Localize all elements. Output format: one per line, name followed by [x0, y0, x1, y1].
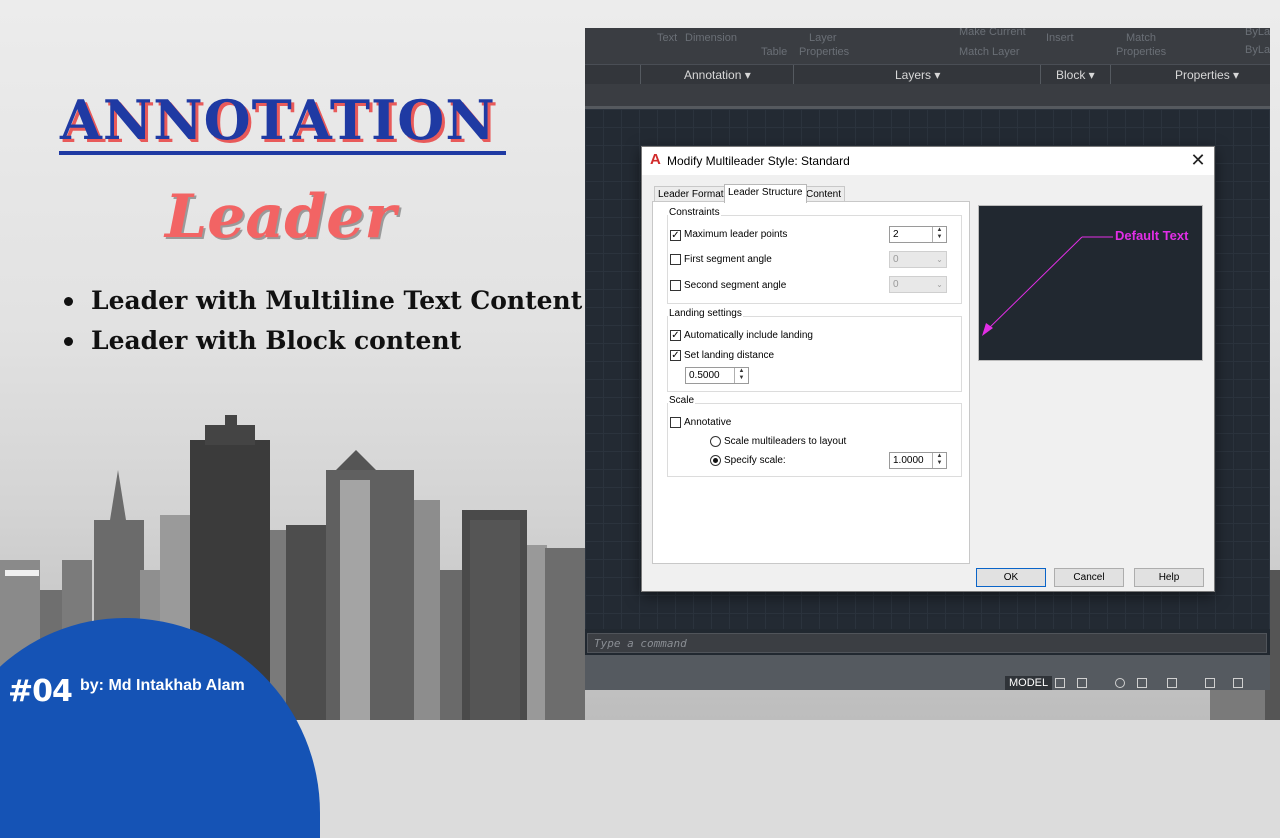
ribbon-match-properties-label[interactable]: Properties — [1116, 46, 1166, 58]
dropdown-arrow-icon: ⌄ — [936, 255, 943, 264]
ribbon-bylayer-label[interactable]: ByLayer — [1245, 44, 1270, 56]
specify-scale-spinner[interactable]: 1.0000 ▲ ▼ — [889, 452, 947, 469]
osnap-icon[interactable] — [1167, 678, 1177, 688]
max-leader-points-spinner[interactable]: 2 ▲ ▼ — [889, 226, 947, 243]
ortho-icon[interactable] — [1137, 678, 1147, 688]
spinner-arrows-icon[interactable]: ▲ ▼ — [734, 368, 748, 383]
first-segment-angle-select[interactable]: 0 ⌄ — [889, 251, 947, 268]
landing-settings-group: Landing settings ✓ Automatically include… — [667, 308, 962, 392]
bullet-item: Leader with Block content — [62, 323, 582, 363]
group-label: Constraints — [668, 207, 721, 218]
title-underline — [59, 151, 506, 155]
bullet-item: Leader with Multiline Text Content — [62, 283, 582, 323]
group-label: Scale — [668, 395, 696, 406]
author-credit: by: Md Intakhab Alam — [80, 677, 245, 694]
workspace-icon[interactable] — [1233, 678, 1243, 688]
spinner-arrows-icon[interactable]: ▲ ▼ — [932, 227, 946, 242]
radio-label: Scale multileaders to layout — [724, 436, 847, 447]
set-landing-distance-checkbox[interactable]: ✓ — [670, 350, 681, 361]
group-label: Landing settings — [668, 308, 743, 319]
leader-arrowhead — [982, 323, 993, 336]
checkbox-label: Automatically include landing — [684, 330, 813, 341]
ribbon-dimension-label[interactable]: Dimension — [685, 32, 737, 44]
ribbon: Text Dimension Table Layer Properties Ma… — [585, 28, 1270, 85]
dialog-title: Modify Multileader Style: Standard — [667, 154, 850, 168]
checkbox-label: First segment angle — [684, 254, 772, 265]
ribbon-insert-label[interactable]: Insert — [1046, 32, 1074, 44]
landing-distance-spinner[interactable]: 0.5000 ▲ ▼ — [685, 367, 749, 384]
help-button[interactable]: Help — [1134, 568, 1204, 587]
checkbox-label: Set landing distance — [684, 350, 775, 361]
bullet-list: Leader with Multiline Text Content Leade… — [62, 283, 582, 363]
panel-annotation[interactable]: Annotation ▾ — [684, 68, 751, 82]
grid-icon[interactable] — [1055, 678, 1065, 688]
tab-panel: Constraints ✓ Maximum leader points 2 ▲ ▼… — [652, 201, 970, 564]
spinner-arrows-icon[interactable]: ▲ ▼ — [932, 453, 946, 468]
radio-label: Specify scale: — [724, 455, 786, 466]
tab-leader-format[interactable]: Leader Format — [654, 186, 728, 202]
slide-subtitle: Leader — [165, 182, 396, 252]
panel-properties[interactable]: Properties ▾ — [1175, 68, 1239, 82]
checkbox-label: Annotative — [684, 417, 732, 428]
autocad-logo-icon: A — [650, 151, 661, 168]
panel-layers[interactable]: Layers ▾ — [895, 68, 940, 82]
max-leader-points-checkbox[interactable]: ✓ — [670, 230, 681, 241]
ribbon-layer-label[interactable]: Layer — [809, 32, 837, 44]
constraints-group: Constraints ✓ Maximum leader points 2 ▲ ▼… — [667, 207, 962, 304]
second-segment-angle-select[interactable]: 0 ⌄ — [889, 276, 947, 293]
snap-icon[interactable] — [1077, 678, 1087, 688]
ribbon-match-layer-label[interactable]: Match Layer — [959, 46, 1020, 58]
close-icon[interactable]: ✕ — [1188, 150, 1208, 170]
ok-button[interactable]: OK — [976, 568, 1046, 587]
ribbon-text-label[interactable]: Text — [657, 32, 677, 44]
first-segment-angle-checkbox[interactable] — [670, 254, 681, 265]
leader-line — [984, 236, 1083, 333]
tab-content[interactable]: Content — [802, 186, 846, 202]
polar-icon[interactable] — [1115, 678, 1125, 688]
second-segment-angle-checkbox[interactable] — [670, 280, 681, 291]
dropdown-arrow-icon: ⌄ — [936, 280, 943, 289]
dialog-title-bar: A Modify Multileader Style: Standard ✕ — [642, 147, 1214, 175]
annotative-checkbox[interactable] — [670, 417, 681, 428]
panel-block[interactable]: Block ▾ — [1056, 68, 1095, 82]
model-tab[interactable]: MODEL — [1005, 676, 1053, 690]
leader-preview: Default Text — [978, 205, 1203, 361]
modify-multileader-style-dialog: A Modify Multileader Style: Standard ✕ L… — [641, 146, 1215, 592]
slide-title: ANNOTATION — [60, 88, 496, 152]
scale-group: Scale Annotative Scale multileaders to l… — [667, 395, 962, 477]
ribbon-bylayer-label[interactable]: ByLayer — [1245, 28, 1270, 38]
cancel-button[interactable]: Cancel — [1054, 568, 1124, 587]
ribbon-match-label[interactable]: Match — [1126, 32, 1156, 44]
scale-to-layout-radio[interactable] — [710, 436, 721, 447]
checkbox-label: Maximum leader points — [684, 229, 788, 240]
ribbon-layer-properties-label[interactable]: Properties — [799, 46, 849, 58]
checkbox-label: Second segment angle — [684, 280, 787, 291]
preview-default-text: Default Text — [1115, 228, 1189, 243]
ribbon-make-current-label[interactable]: Make Current — [959, 28, 1026, 38]
tab-leader-structure[interactable]: Leader Structure — [724, 184, 807, 203]
ribbon-panel-bar: Annotation ▾ Layers ▾ Block ▾ Properties… — [585, 64, 1270, 85]
episode-number: #04 — [8, 674, 73, 709]
auto-include-landing-checkbox[interactable]: ✓ — [670, 330, 681, 341]
specify-scale-radio[interactable] — [710, 455, 721, 466]
command-line-input[interactable]: Type a command — [587, 633, 1267, 653]
ribbon-table-label[interactable]: Table — [761, 46, 787, 58]
annotation-scale-icon[interactable] — [1205, 678, 1215, 688]
file-tab-band — [585, 84, 1270, 109]
